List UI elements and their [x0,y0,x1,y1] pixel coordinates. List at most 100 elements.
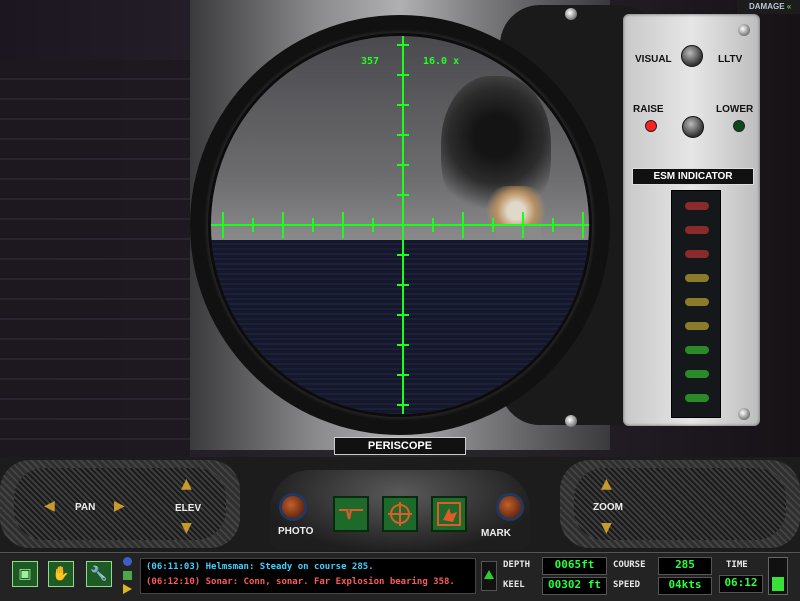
waveform-button[interactable] [333,496,369,532]
crosshair-button[interactable] [382,496,418,532]
waveform-icon [339,509,363,520]
time-label: TIME [726,560,748,570]
reticle-tick [222,212,224,238]
lower-label: LOWER [716,104,754,115]
depth-readout: 0065ft [542,557,607,575]
speed-readout: 04kts [658,577,712,595]
photo-button[interactable] [279,493,307,521]
visual-label: VISUAL [635,54,672,65]
esm-light [685,250,709,258]
reticle-tick [372,218,374,232]
reticle-tick [397,194,409,196]
message-log: (06:11:03) Helmsman: Steady on course 28… [140,558,476,594]
reticle-tick [492,218,494,232]
window-icon[interactable]: ▣ [12,561,38,587]
bearing-readout: 357 [361,56,380,67]
reticle-tick [397,44,409,46]
screw-icon [565,8,577,20]
raise-label: RAISE [633,104,664,115]
esm-light [685,202,709,210]
lower-indicator-light [733,120,745,132]
message-line: (06:12:10) Sonar: Conn, sonar. Far Explo… [146,577,455,587]
target-ship [496,226,541,238]
target-button[interactable] [431,496,467,532]
play-icon[interactable] [123,584,132,594]
mark-button[interactable] [496,493,524,521]
reticle-tick [462,212,464,238]
periscope-view[interactable]: 357 16.0 x [208,33,592,417]
keel-label: KEEL [503,580,525,590]
esm-light [685,394,709,402]
reticle-tick [432,218,434,232]
esm-light [685,298,709,306]
triangle-up-icon [484,570,494,579]
sea [211,240,589,414]
raise-indicator-light [645,120,657,132]
reticle-tick [522,212,524,238]
esm-light [685,274,709,282]
screw-icon [738,408,750,420]
magnification-readout: 16.0 x [423,56,460,67]
reticle-tick [397,254,409,256]
lltv-label: LLTV [718,54,743,65]
periscope-label: PERISCOPE [334,437,466,455]
reticle-tick [312,218,314,232]
course-label: COURSE [613,560,646,570]
crosshair-icon [388,502,412,526]
reticle-horizontal-line [211,224,589,226]
reticle-tick [397,104,409,106]
reticle-vertical-line [402,36,404,414]
message-filter-green-icon[interactable] [123,571,132,580]
reticle-tick [552,218,554,232]
reticle-tick [252,218,254,232]
background-shelving [0,60,190,460]
reticle-tick [397,134,409,136]
esm-light [685,346,709,354]
zoom-label: ZOOM [593,502,623,513]
esm-indicator-title: ESM INDICATOR [632,168,754,185]
screw-icon [565,415,577,427]
elev-up-arrow-icon[interactable]: ▲ [181,476,192,492]
time-readout: 06:12 [719,575,763,593]
depth-label: DEPTH [503,560,531,570]
reticle-tick [582,212,584,238]
reticle-tick [397,344,409,346]
course-readout: 285 [658,557,712,575]
reticle-tick [282,212,284,238]
message-line: (06:11:03) Helmsman: Steady on course 28… [146,562,374,572]
chevron-left-icon: « [786,2,792,11]
speed-label: SPEED [613,580,641,590]
reticle-tick [397,374,409,376]
reticle-tick [342,212,344,238]
mark-label: MARK [481,528,511,539]
esm-light [685,322,709,330]
scroll-button[interactable] [481,561,497,591]
hand-icon[interactable]: ✋ [48,561,74,587]
throttle-gauge [768,557,788,595]
esm-light [685,226,709,234]
reticle-tick [397,74,409,76]
target-ship-icon [437,502,461,526]
elev-label: ELEV [175,503,202,514]
elev-down-arrow-icon[interactable]: ▼ [181,520,192,536]
zoom-out-arrow-icon[interactable]: ▼ [601,520,612,536]
raise-lower-switch[interactable] [682,116,704,138]
photo-label: PHOTO [278,526,314,537]
pan-left-arrow-icon[interactable]: ◀ [44,498,55,514]
pan-right-arrow-icon[interactable]: ▶ [114,498,125,514]
reticle-tick [397,404,409,406]
screw-icon [738,24,750,36]
damage-button[interactable]: DAMAGE « [737,0,800,14]
reticle-tick [397,284,409,286]
esm-indicator [671,190,721,418]
keel-readout: 00302 ft [542,577,607,595]
reticle-tick [397,164,409,166]
wrench-icon[interactable]: 🔧 [86,561,112,587]
esm-light [685,370,709,378]
visual-lltv-switch[interactable] [681,45,703,67]
zoom-in-arrow-icon[interactable]: ▲ [601,476,612,492]
throttle-fill [772,577,784,591]
reticle-tick [397,314,409,316]
pan-label: PAN [75,502,96,513]
message-filter-blue-icon[interactable] [123,557,132,566]
